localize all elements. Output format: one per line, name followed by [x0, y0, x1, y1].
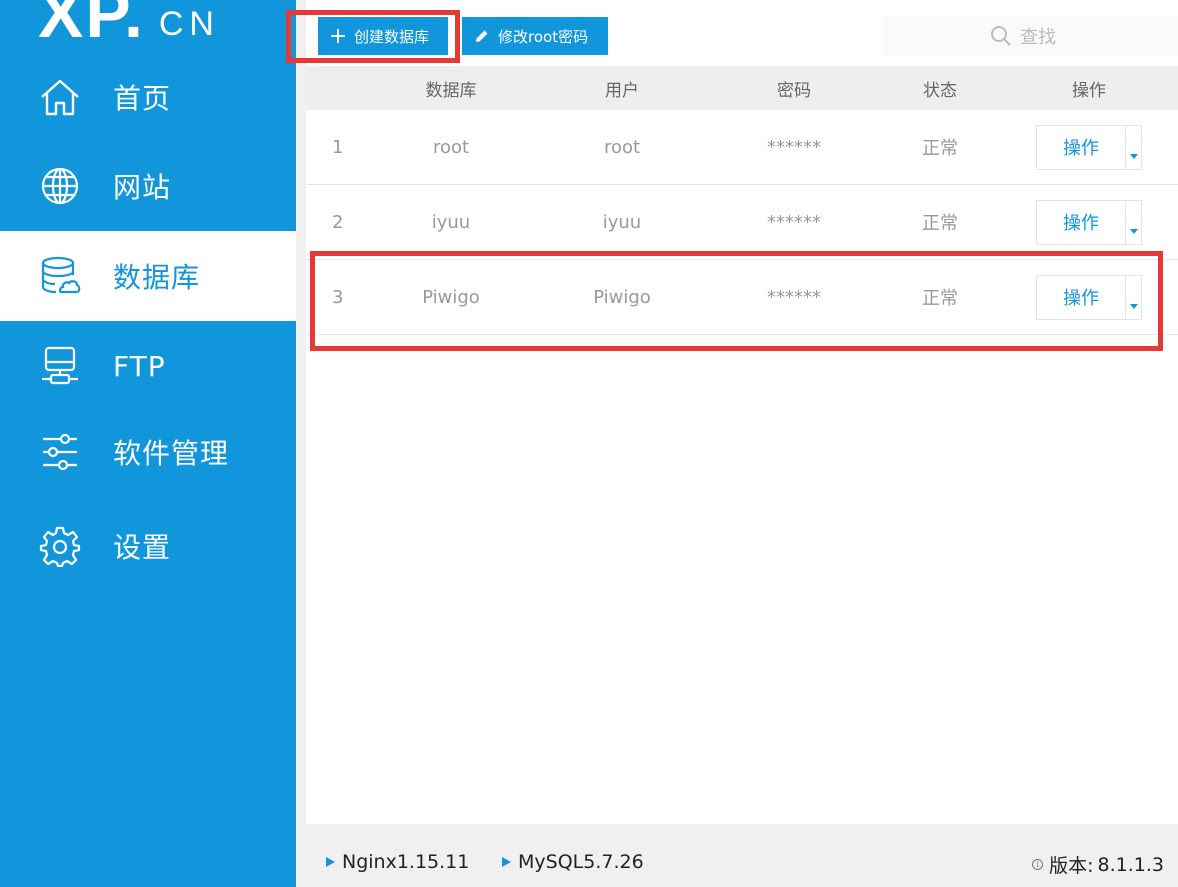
sidebar-item-home[interactable]: 首页 [0, 52, 296, 142]
sliders-icon [39, 431, 81, 473]
row-database: iyuu [431, 211, 471, 233]
action-dropdown-toggle[interactable] [1125, 125, 1141, 169]
header-password: 密码 [777, 80, 811, 101]
home-icon [39, 76, 81, 118]
header-database: 数据库 [425, 80, 477, 101]
database-icon [39, 255, 81, 297]
service-nginx-label: Nginx1.15.11 [342, 851, 470, 873]
action-dropdown-toggle[interactable] [1125, 200, 1141, 244]
row-index: 1 [332, 136, 344, 158]
ftp-server-icon [39, 345, 81, 387]
action-button[interactable]: 操作 [1037, 201, 1125, 244]
play-icon [326, 857, 335, 867]
logo: XP. CN [38, 0, 220, 48]
header-user: 用户 [605, 80, 639, 101]
action-split-button: 操作 [1036, 124, 1142, 170]
service-mysql[interactable]: MySQL5.7.26 [502, 851, 644, 873]
row-user: root [603, 136, 641, 158]
sidebar-item-label: 软件管理 [113, 437, 230, 470]
header-state: 状态 [923, 80, 957, 101]
caret-down-icon [1129, 153, 1138, 159]
version-info: i 版本: 8.1.1.3 [1032, 851, 1164, 878]
row-password: ****** [767, 136, 821, 158]
logo-cn-text: CN [158, 5, 220, 43]
highlight-row-piwigo [310, 251, 1163, 351]
main-panel: 创建数据库 修改root密码 查找 数据库 用户 密码 状态 操作 1 root… [286, 0, 1178, 887]
row-password: ****** [767, 211, 821, 233]
sidebar-item-database[interactable]: 数据库 [0, 231, 296, 321]
search-input[interactable]: 查找 [882, 17, 1178, 55]
highlight-create-button [286, 10, 460, 63]
sidebar-item-ftp[interactable]: FTP [0, 321, 296, 411]
service-nginx[interactable]: Nginx1.15.11 [326, 851, 469, 873]
row-state: 正常 [922, 213, 958, 234]
pencil-icon [474, 28, 490, 44]
info-icon: i [1032, 859, 1044, 870]
sidebar: XP. CN 首页 网站 数据库 FTP 软件管理 设置 [0, 0, 296, 887]
row-index: 2 [332, 211, 344, 233]
sidebar-item-label: 首页 [113, 82, 172, 115]
play-icon [502, 857, 511, 867]
search-icon [990, 25, 1020, 47]
sidebar-item-software[interactable]: 软件管理 [0, 407, 296, 497]
sidebar-item-settings[interactable]: 设置 [0, 501, 296, 591]
action-split-button: 操作 [1036, 199, 1142, 245]
version-label: 版本: [1049, 855, 1094, 877]
globe-icon [39, 165, 81, 207]
search-placeholder: 查找 [1020, 27, 1056, 48]
change-root-password-label: 修改root密码 [498, 27, 589, 46]
row-action: 操作 [1000, 185, 1178, 259]
service-mysql-label: MySQL5.7.26 [518, 851, 644, 873]
header-action: 操作 [1072, 80, 1106, 101]
row-user: iyuu [602, 211, 642, 233]
table-row: 2 iyuu iyuu ****** 正常 操作 [306, 185, 1178, 260]
row-database: root [432, 136, 470, 158]
row-action: 操作 [1000, 110, 1178, 184]
version-value: 8.1.1.3 [1097, 853, 1164, 876]
sidebar-item-label: 设置 [113, 531, 172, 564]
action-button[interactable]: 操作 [1037, 126, 1125, 169]
table-row: 1 root root ****** 正常 操作 [306, 110, 1178, 185]
sidebar-item-website[interactable]: 网站 [0, 141, 296, 231]
status-bar: Nginx1.15.11 MySQL5.7.26 i 版本: 8.1.1.3 [296, 836, 1178, 887]
sidebar-item-label: 数据库 [113, 261, 201, 294]
caret-down-icon [1129, 228, 1138, 234]
sidebar-item-label: FTP [113, 349, 166, 383]
gear-icon [39, 525, 81, 567]
row-state: 正常 [922, 138, 958, 159]
table-header: 数据库 用户 密码 状态 操作 [306, 66, 1178, 110]
logo-main-text: XP. [38, 0, 145, 52]
sidebar-item-label: 网站 [113, 171, 172, 204]
change-root-password-button[interactable]: 修改root密码 [462, 17, 608, 55]
